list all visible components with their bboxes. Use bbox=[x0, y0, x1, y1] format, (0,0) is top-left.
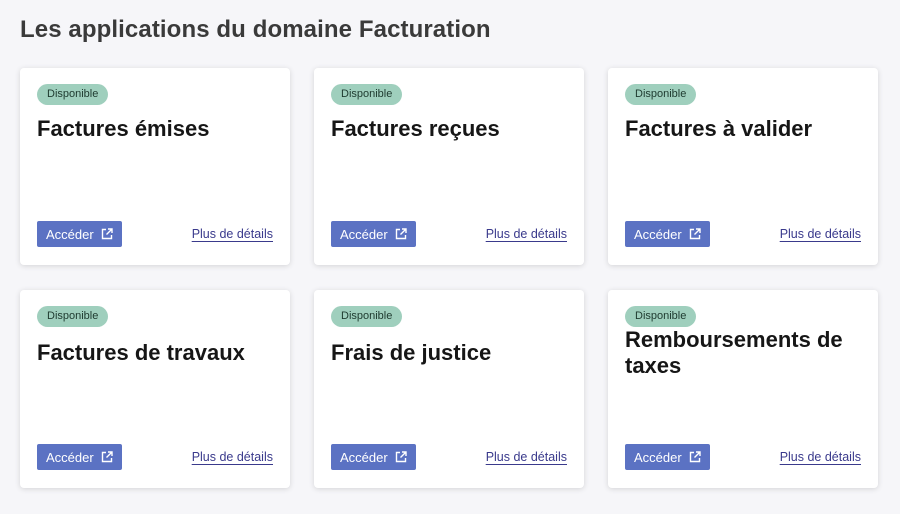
app-card-factures-recues: Disponible Factures reçues Accéder Plus … bbox=[314, 68, 584, 265]
access-button-label: Accéder bbox=[340, 226, 388, 242]
details-link[interactable]: Plus de détails bbox=[780, 227, 861, 241]
external-link-icon bbox=[101, 228, 113, 240]
access-button-label: Accéder bbox=[46, 226, 94, 242]
details-link[interactable]: Plus de détails bbox=[486, 450, 567, 464]
status-badge: Disponible bbox=[331, 84, 403, 105]
card-title: Frais de justice bbox=[331, 340, 492, 365]
status-badge: Disponible bbox=[625, 306, 697, 327]
access-button[interactable]: Accéder bbox=[37, 221, 122, 247]
access-button-label: Accéder bbox=[340, 449, 388, 465]
card-title: Factures de travaux bbox=[37, 340, 245, 365]
application-grid: Disponible Factures émises Accéder Plus … bbox=[20, 68, 878, 488]
external-link-icon bbox=[101, 451, 113, 463]
access-button[interactable]: Accéder bbox=[331, 221, 416, 247]
status-badge: Disponible bbox=[625, 84, 697, 105]
app-card-factures-de-travaux: Disponible Factures de travaux Accéder P… bbox=[20, 290, 290, 488]
access-button-label: Accéder bbox=[634, 449, 682, 465]
external-link-icon bbox=[689, 228, 701, 240]
access-button[interactable]: Accéder bbox=[37, 444, 122, 470]
access-button[interactable]: Accéder bbox=[331, 444, 416, 470]
card-title: Remboursements de taxes bbox=[625, 327, 843, 378]
page-title: Les applications du domaine Facturation bbox=[20, 16, 491, 43]
details-link[interactable]: Plus de détails bbox=[192, 227, 273, 241]
status-badge: Disponible bbox=[331, 306, 403, 327]
app-card-frais-de-justice: Disponible Frais de justice Accéder Plus… bbox=[314, 290, 584, 488]
card-title: Factures reçues bbox=[331, 116, 500, 141]
card-title: Factures émises bbox=[37, 116, 210, 141]
app-card-remboursements-de-taxes: Disponible Remboursements de taxes Accéd… bbox=[608, 290, 878, 488]
access-button[interactable]: Accéder bbox=[625, 444, 710, 470]
external-link-icon bbox=[395, 228, 407, 240]
access-button-label: Accéder bbox=[46, 449, 94, 465]
access-button[interactable]: Accéder bbox=[625, 221, 710, 247]
app-card-factures-emises: Disponible Factures émises Accéder Plus … bbox=[20, 68, 290, 265]
external-link-icon bbox=[689, 451, 701, 463]
status-badge: Disponible bbox=[37, 306, 109, 327]
details-link[interactable]: Plus de détails bbox=[486, 227, 567, 241]
details-link[interactable]: Plus de détails bbox=[780, 450, 861, 464]
external-link-icon bbox=[395, 451, 407, 463]
card-title: Factures à valider bbox=[625, 116, 813, 141]
details-link[interactable]: Plus de détails bbox=[192, 450, 273, 464]
app-card-factures-a-valider: Disponible Factures à valider Accéder Pl… bbox=[608, 68, 878, 265]
status-badge: Disponible bbox=[37, 84, 109, 105]
access-button-label: Accéder bbox=[634, 226, 682, 242]
